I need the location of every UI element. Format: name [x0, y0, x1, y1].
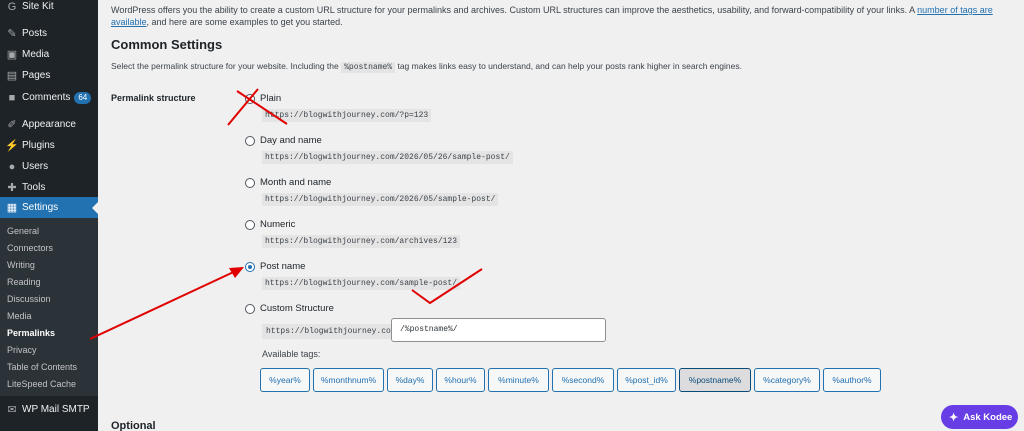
option-custom-structure[interactable]: Custom Structure	[245, 303, 334, 314]
sidebar-item-label: WP Mail SMTP	[22, 404, 90, 415]
wrench-icon: ✚	[7, 182, 17, 194]
sidebar-item-label: Plugins	[22, 140, 55, 151]
admin-sidebar: G Site Kit ✎ Posts ▣ Media ▤ Pages ■ Comments…	[0, 0, 98, 431]
tag-hour-button[interactable]: %hour%	[436, 368, 485, 392]
submenu-item-litespeed-cache[interactable]: LiteSpeed Cache	[7, 379, 76, 389]
example-url: https://blogwithjourney.com/sample-post/	[262, 277, 461, 290]
tag-monthnum-button[interactable]: %monthnum%	[313, 368, 384, 392]
radio-numeric[interactable]	[245, 219, 255, 230]
radio-day-and-name[interactable]	[245, 135, 255, 146]
sidebar-item-label: Tools	[22, 182, 46, 193]
submenu-item-media[interactable]: Media	[7, 311, 32, 321]
sidebar-item-label: Users	[22, 161, 49, 172]
optional-section-title: Optional	[111, 420, 156, 431]
option-label: Month and name	[260, 177, 332, 188]
option-label: Custom Structure	[260, 303, 334, 314]
tag-author-button[interactable]: %author%	[823, 368, 881, 392]
example-url: https://blogwithjourney.com/2026/05/samp…	[262, 193, 499, 206]
tag-postname-button[interactable]: %postname%	[679, 368, 751, 392]
option-label: Day and name	[260, 135, 322, 146]
sidebar-item-media[interactable]: ▣ Media	[0, 44, 98, 65]
plugin-icon: ⚡	[5, 140, 19, 152]
submenu-item-connectors[interactable]: Connectors	[7, 243, 53, 253]
comment-icon: ■	[8, 91, 16, 104]
submenu-item-permalinks[interactable]: Permalinks	[7, 328, 55, 338]
description-part: tag makes links easy to understand, and …	[395, 61, 742, 71]
radio-custom-structure[interactable]	[245, 303, 255, 314]
permalink-structure-label: Permalink structure	[111, 93, 196, 103]
submenu-item-discussion[interactable]: Discussion	[7, 294, 51, 304]
sidebar-item-comments[interactable]: ■ Comments 64	[0, 87, 98, 108]
intro-text: WordPress offers you the ability to crea…	[111, 4, 1011, 28]
sidebar-item-label: Posts	[22, 28, 48, 39]
tag-post-id-button[interactable]: %post_id%	[617, 368, 676, 392]
sidebar-item-label: Appearance	[22, 119, 76, 130]
intro-text-part: , and here are some examples to get you …	[146, 17, 343, 27]
sidebar-item-pages[interactable]: ▤ Pages	[0, 65, 98, 86]
tag-second-button[interactable]: %second%	[552, 368, 614, 392]
pages-icon: ▤	[6, 70, 18, 82]
sidebar-item-tools[interactable]: ✚ Tools	[0, 177, 98, 198]
option-day-and-name[interactable]: Day and name https://blogwithjourney.com…	[245, 135, 513, 164]
sidebar-item-appearance[interactable]: ✐ Appearance	[0, 114, 98, 135]
common-settings-description: Select the permalink structure for your …	[111, 61, 742, 73]
sidebar-item-label: Comments	[22, 92, 71, 103]
available-tags-label: Available tags:	[262, 349, 321, 359]
sidebar-item-settings[interactable]: ▦ Settings	[0, 197, 98, 218]
sidebar-item-site-kit[interactable]: G Site Kit	[0, 0, 98, 17]
settings-submenu: General Connectors Writing Reading Discu…	[0, 218, 98, 396]
sidebar-item-users[interactable]: ● Users	[0, 156, 98, 177]
sidebar-item-label: Media	[22, 49, 50, 60]
sidebar-item-posts[interactable]: ✎ Posts	[0, 23, 98, 44]
option-label: Numeric	[260, 219, 296, 230]
sidebar-item-plugins[interactable]: ⚡ Plugins	[0, 135, 98, 156]
radio-post-name[interactable]	[245, 261, 255, 272]
tag-category-button[interactable]: %category%	[754, 368, 820, 392]
g-icon: G	[7, 0, 17, 13]
ask-kodee-button[interactable]: ✦ Ask Kodee	[941, 405, 1018, 429]
submenu-item-privacy[interactable]: Privacy	[7, 345, 37, 355]
sidebar-item-label: Settings	[22, 202, 59, 213]
tag-day-button[interactable]: %day%	[387, 368, 433, 392]
radio-plain[interactable]	[245, 93, 255, 104]
option-month-and-name[interactable]: Month and name https://blogwithjourney.c…	[245, 177, 499, 206]
custom-structure-input[interactable]: /%postname%/	[391, 318, 606, 342]
option-plain[interactable]: Plain https://blogwithjourney.com/?p=123	[245, 93, 432, 122]
tag-year-button[interactable]: %year%	[260, 368, 310, 392]
sidebar-item-label: Pages	[22, 70, 51, 81]
example-url: https://blogwithjourney.com/archives/123	[262, 235, 461, 248]
available-tags-list: %year% %monthnum% %day% %hour% %minute% …	[260, 368, 884, 392]
media-icon: ▣	[6, 49, 18, 61]
user-icon: ●	[8, 160, 16, 173]
tag-minute-button[interactable]: %minute%	[488, 368, 549, 392]
radio-month-and-name[interactable]	[245, 177, 255, 188]
submenu-item-writing[interactable]: Writing	[7, 260, 35, 270]
option-post-name[interactable]: Post name https://blogwithjourney.com/sa…	[245, 261, 461, 290]
option-label: Post name	[260, 261, 306, 272]
option-label: Plain	[260, 93, 282, 104]
submenu-item-table-of-contents[interactable]: Table of Contents	[7, 362, 77, 372]
permalink-settings-content: WordPress offers you the ability to crea…	[98, 0, 1024, 431]
example-url: https://blogwithjourney.com/?p=123	[262, 109, 432, 122]
intro-text-part: WordPress offers you the ability to crea…	[111, 5, 918, 15]
brush-icon: ✐	[7, 119, 17, 131]
submenu-item-reading[interactable]: Reading	[7, 277, 41, 287]
sidebar-item-label: Site Kit	[22, 1, 54, 12]
postname-code: %postname%	[341, 62, 396, 73]
pin-icon: ✎	[7, 28, 17, 40]
common-settings-title: Common Settings	[111, 37, 223, 52]
custom-structure-prefix: https://blogwithjourney.com	[262, 324, 400, 339]
option-numeric[interactable]: Numeric https://blogwithjourney.com/arch…	[245, 219, 461, 248]
comment-count-badge: 64	[74, 91, 92, 104]
ask-kodee-label: Ask Kodee	[963, 411, 1013, 423]
description-part: Select the permalink structure for your …	[111, 61, 342, 71]
example-url: https://blogwithjourney.com/2026/05/26/s…	[262, 151, 513, 164]
mail-icon: ✉	[7, 404, 17, 416]
settings-icon: ▦	[6, 202, 18, 214]
sidebar-item-wp-mail-smtp[interactable]: ✉ WP Mail SMTP	[0, 399, 98, 420]
sparkle-icon: ✦	[949, 411, 959, 424]
submenu-item-general[interactable]: General	[7, 226, 39, 236]
